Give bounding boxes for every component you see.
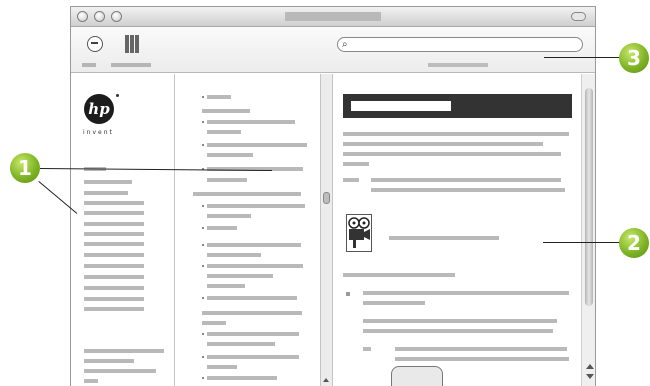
nav-link[interactable] <box>84 297 144 301</box>
content-title <box>351 101 451 111</box>
content-line <box>343 142 543 146</box>
toc-item[interactable] <box>207 130 241 134</box>
nav-link[interactable] <box>84 286 144 290</box>
scroll-up-icon[interactable] <box>586 364 594 369</box>
content-line <box>343 132 569 136</box>
nav-link[interactable] <box>84 211 144 215</box>
content-line <box>343 152 561 156</box>
footer-link[interactable] <box>84 349 164 353</box>
callout-3: 3 <box>619 43 649 73</box>
nav-link[interactable] <box>84 180 132 184</box>
toolbar-toggle-button[interactable] <box>571 12 586 21</box>
content-line <box>371 188 565 192</box>
toc-item[interactable] <box>207 143 307 147</box>
help-viewer-window: ⌕ hp invent <box>70 6 596 386</box>
nav-link[interactable] <box>84 201 144 205</box>
footer-link[interactable] <box>84 369 156 373</box>
minimize-window-button[interactable] <box>94 11 105 22</box>
toc-item[interactable] <box>207 376 277 380</box>
nav-link[interactable] <box>84 191 128 195</box>
toc-item[interactable] <box>207 120 295 124</box>
library-icon[interactable] <box>125 35 139 53</box>
nav-link[interactable] <box>84 232 144 236</box>
toc-item[interactable] <box>207 204 305 208</box>
toc-item[interactable] <box>207 253 261 257</box>
content-line <box>363 301 425 305</box>
toc-item[interactable] <box>207 355 299 359</box>
callout-2: 2 <box>619 228 649 258</box>
callout-1: 1 <box>10 153 40 183</box>
content-line <box>371 178 561 182</box>
content-line <box>363 329 553 333</box>
title-bar[interactable] <box>71 7 595 27</box>
left-navigation-pane: hp invent <box>71 74 175 386</box>
toc-item[interactable] <box>207 264 303 268</box>
hp-logo: hp <box>84 94 114 124</box>
zoom-window-button[interactable] <box>111 11 122 22</box>
registered-mark <box>116 94 119 97</box>
toc-scroll-up-icon[interactable] <box>323 378 329 382</box>
close-window-button[interactable] <box>77 11 88 22</box>
toc-item[interactable] <box>207 226 237 230</box>
pane-splitter[interactable] <box>320 74 333 386</box>
toc-item[interactable] <box>207 342 275 346</box>
content-line <box>389 236 499 240</box>
toc-item[interactable] <box>207 243 301 247</box>
toc-item[interactable] <box>207 95 231 99</box>
back-label <box>82 63 96 67</box>
nav-link[interactable] <box>84 253 144 257</box>
scroll-down-icon[interactable] <box>586 374 594 379</box>
content-line <box>343 162 369 166</box>
toc-item[interactable] <box>207 214 251 218</box>
footer-link[interactable] <box>84 359 134 363</box>
search-field[interactable]: ⌕ <box>337 37 583 52</box>
splitter-handle[interactable] <box>323 192 330 204</box>
content-line <box>395 347 567 351</box>
library-label <box>111 63 151 67</box>
scroll-thumb[interactable] <box>585 88 593 306</box>
toc-item[interactable] <box>202 109 250 113</box>
nav-link[interactable] <box>84 275 144 279</box>
content-pane <box>334 74 581 386</box>
toc-item[interactable] <box>207 332 299 336</box>
note-label <box>363 347 371 351</box>
toc-item[interactable] <box>207 178 247 182</box>
toc-item[interactable] <box>207 284 245 288</box>
toc-item[interactable] <box>207 274 273 278</box>
footer-link[interactable] <box>84 379 98 383</box>
content-header-bar <box>343 94 572 118</box>
toc-item[interactable] <box>207 365 237 369</box>
toc-item[interactable] <box>207 153 253 157</box>
list-bullet <box>346 292 350 296</box>
toc-pane <box>175 74 320 386</box>
search-icon: ⌕ <box>342 39 348 50</box>
nav-link[interactable] <box>84 242 144 246</box>
toc-item[interactable] <box>207 296 297 300</box>
content-scrollbar[interactable] <box>581 74 595 386</box>
camera-icon <box>346 214 372 252</box>
content-line <box>363 319 557 323</box>
printer-icon <box>391 366 443 386</box>
content-line <box>395 357 569 361</box>
window-title <box>285 12 381 21</box>
toolbar: ⌕ <box>71 27 595 73</box>
callout-2-leader <box>543 242 621 243</box>
nav-link[interactable] <box>84 264 144 268</box>
content-line <box>343 273 455 277</box>
search-label <box>428 63 488 67</box>
toc-item[interactable] <box>202 321 226 325</box>
toc-item[interactable] <box>193 192 301 196</box>
callout-3-leader <box>544 57 622 58</box>
hp-wordmark: invent <box>83 129 114 136</box>
toc-item[interactable] <box>202 311 302 315</box>
note-label <box>343 178 359 182</box>
back-arrow-icon[interactable] <box>87 36 103 52</box>
nav-link[interactable] <box>84 222 144 226</box>
nav-link[interactable] <box>84 307 144 311</box>
content-line <box>363 291 569 295</box>
